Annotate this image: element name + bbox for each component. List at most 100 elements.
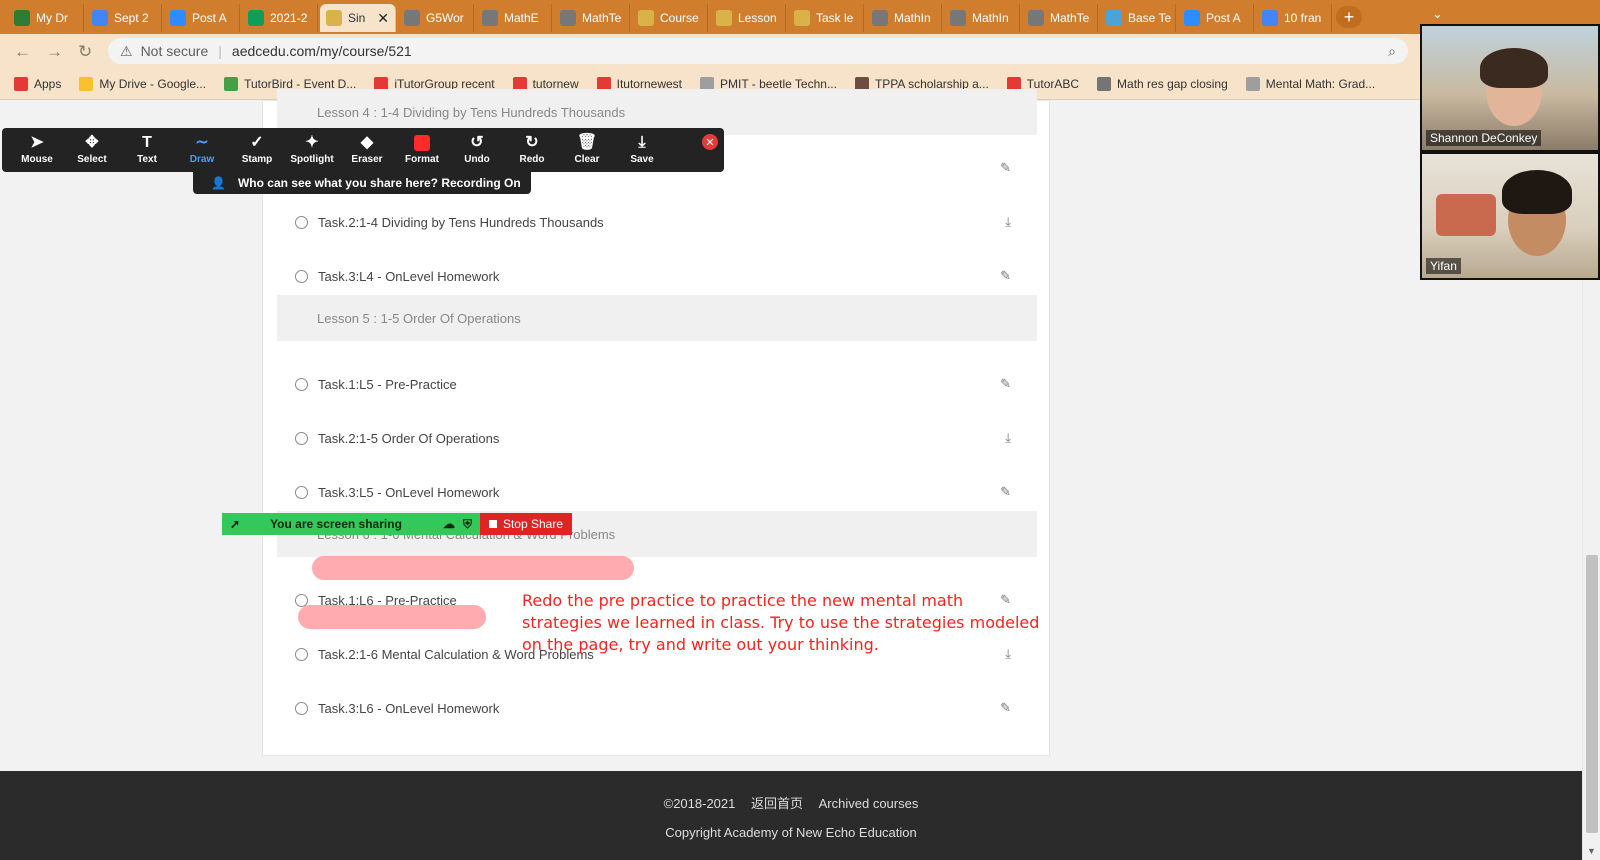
- browser-tab[interactable]: MathTe: [554, 4, 630, 32]
- edit-icon[interactable]: ✎: [1000, 700, 1011, 716]
- tool-select[interactable]: ✥ Select: [65, 132, 119, 170]
- warning-icon: ⚠: [120, 42, 133, 59]
- edit-icon[interactable]: ✎: [1000, 160, 1011, 176]
- task-label: Task.3:L5 - OnLevel Homework: [318, 484, 500, 500]
- share-status[interactable]: ➚ You are screen sharing ☁ ⛨: [222, 513, 480, 535]
- tool-eraser[interactable]: ◆ Eraser: [340, 132, 394, 170]
- new-tab-button[interactable]: +: [1336, 6, 1362, 28]
- browser-tab[interactable]: MathIn: [866, 4, 942, 32]
- participant-hair: [1502, 170, 1572, 214]
- browser-tab[interactable]: My Dr: [8, 4, 84, 32]
- task-status-radio[interactable]: [295, 431, 308, 445]
- reload-icon[interactable]: ↻: [78, 42, 92, 62]
- course-task-list: Lesson 4 : 1-4 Dividing by Tens Hundreds…: [262, 89, 1050, 756]
- participant-video-2[interactable]: Yifan: [1420, 152, 1600, 280]
- site-icon: [794, 10, 810, 26]
- bookmark-icon: [224, 76, 239, 91]
- bookmark-item[interactable]: Mental Math: Grad...: [1245, 76, 1375, 91]
- participant-video-1[interactable]: Shannon DeConkey: [1420, 24, 1600, 152]
- close-tab-icon[interactable]: ✕: [377, 10, 389, 27]
- tool-draw[interactable]: ∼ Draw: [175, 132, 229, 170]
- browser-tab[interactable]: Task le: [788, 4, 864, 32]
- browser-tab[interactable]: G5Wor: [398, 4, 474, 32]
- google-docs-icon: [1262, 10, 1278, 26]
- browser-tab[interactable]: 2021-2: [242, 4, 318, 32]
- mouse-pointer-icon: ➤: [30, 134, 44, 151]
- edit-icon[interactable]: ✎: [1000, 376, 1011, 392]
- tool-clear[interactable]: 🗑 Clear: [560, 132, 614, 170]
- scrollbar-thumb[interactable]: [1586, 555, 1598, 833]
- tool-label: Spotlight: [290, 154, 334, 165]
- redo-icon: ↻: [525, 134, 539, 151]
- bookmark-label: Math res gap closing: [1117, 76, 1228, 91]
- stop-share-button[interactable]: Stop Share: [480, 513, 572, 535]
- browser-tab[interactable]: Sin ✕: [320, 4, 396, 32]
- tool-undo[interactable]: ↺ Undo: [450, 132, 504, 170]
- edit-icon[interactable]: ✎: [1000, 268, 1011, 284]
- task-row[interactable]: Task.3:L5 - OnLevel Homework ✎: [277, 469, 1037, 515]
- footer-home-link[interactable]: 返回首页: [751, 796, 803, 811]
- browser-tab[interactable]: Post A: [164, 4, 240, 32]
- tool-label: Eraser: [351, 154, 383, 165]
- scroll-down-icon[interactable]: ▼: [1587, 846, 1596, 856]
- task-status-radio[interactable]: [295, 647, 308, 661]
- browser-tab[interactable]: MathTe: [1022, 4, 1098, 32]
- task-label: Task.1:L5 - Pre-Practice: [318, 376, 457, 392]
- bookmark-icon: [1097, 76, 1112, 91]
- footer-company: Copyright Academy of New Echo Education: [665, 825, 917, 840]
- task-row[interactable]: Task.3:L6 - OnLevel Homework ✎: [277, 685, 1037, 731]
- task-status-radio[interactable]: [295, 269, 308, 283]
- browser-tab[interactable]: MathE: [476, 4, 552, 32]
- page-content: Lesson 4 : 1-4 Dividing by Tens Hundreds…: [0, 89, 1600, 860]
- browser-tab[interactable]: Post A: [1178, 4, 1254, 32]
- undo-icon: ↺: [470, 134, 484, 151]
- browser-tab[interactable]: Course: [632, 4, 708, 32]
- tab-search-icon[interactable]: ⌄: [1432, 6, 1443, 22]
- task-row[interactable]: Task.1:L5 - Pre-Practice ✎: [277, 361, 1037, 407]
- bookmark-item[interactable]: Apps: [14, 76, 61, 91]
- download-icon[interactable]: ⤓: [1005, 214, 1011, 230]
- tab-label: Lesson: [738, 11, 777, 25]
- spotlight-icon: ✦: [305, 134, 319, 151]
- shield-icon: ⛨: [462, 516, 472, 531]
- tool-stamp[interactable]: ✓ Stamp: [230, 132, 284, 170]
- download-icon[interactable]: ⤓: [1005, 430, 1011, 446]
- tool-spotlight[interactable]: ✦ Spotlight: [285, 132, 339, 170]
- recording-notice[interactable]: 👤 Who can see what you share here? Recor…: [193, 172, 531, 194]
- close-annotation-icon[interactable]: ✕: [702, 134, 718, 150]
- task-status-radio[interactable]: [295, 701, 308, 715]
- browser-tab-strip: My Dr Sept 2 Post A 2021-2 Sin ✕ G5Wor MathE Mat…: [0, 0, 1600, 34]
- footer-archived-link[interactable]: Archived courses: [819, 796, 919, 811]
- share-status-text: You are screen sharing: [270, 517, 402, 531]
- tool-mouse[interactable]: ➤ Mouse: [10, 132, 64, 170]
- task-status-radio[interactable]: [295, 215, 308, 229]
- forward-icon[interactable]: →: [46, 42, 63, 62]
- tab-label: 2021-2: [270, 11, 308, 25]
- bookmark-item[interactable]: My Drive - Google...: [79, 76, 206, 91]
- task-status-radio[interactable]: [295, 485, 308, 499]
- browser-tab[interactable]: Sept 2: [86, 4, 162, 32]
- back-icon[interactable]: ←: [14, 42, 31, 62]
- tool-format[interactable]: Format: [395, 132, 449, 170]
- url-field[interactable]: ⚠ Not secure | aedcedu.com/my/course/521…: [108, 38, 1408, 64]
- eraser-icon: ◆: [360, 134, 374, 151]
- task-row[interactable]: Task.3:L4 - OnLevel Homework ✎: [277, 253, 1037, 299]
- browser-tab[interactable]: Lesson: [710, 4, 786, 32]
- edit-icon[interactable]: ✎: [1000, 484, 1011, 500]
- google-drive-icon: [14, 10, 30, 26]
- save-icon: ⤓: [638, 134, 646, 151]
- bookmark-item[interactable]: Math res gap closing: [1097, 76, 1228, 91]
- tool-redo[interactable]: ↻ Redo: [505, 132, 559, 170]
- task-status-radio[interactable]: [295, 377, 308, 391]
- tab-label: 10 fran: [1284, 11, 1322, 25]
- zoom-icon[interactable]: ⌕: [1388, 43, 1396, 60]
- browser-tab[interactable]: 10 fran: [1256, 4, 1332, 32]
- task-row[interactable]: Task.2:1-5 Order Of Operations ⤓: [277, 415, 1037, 461]
- annotation-text: Redo the pre practice to practice the ne…: [522, 591, 1040, 654]
- browser-tab[interactable]: Base Te: [1100, 4, 1176, 32]
- tab-label: MathIn: [894, 11, 931, 25]
- tool-save[interactable]: ⤓ Save: [615, 132, 669, 170]
- tool-text[interactable]: T Text: [120, 132, 174, 170]
- browser-tab[interactable]: MathIn: [944, 4, 1020, 32]
- task-row[interactable]: Task.2:1-4 Dividing by Tens Hundreds Tho…: [277, 199, 1037, 245]
